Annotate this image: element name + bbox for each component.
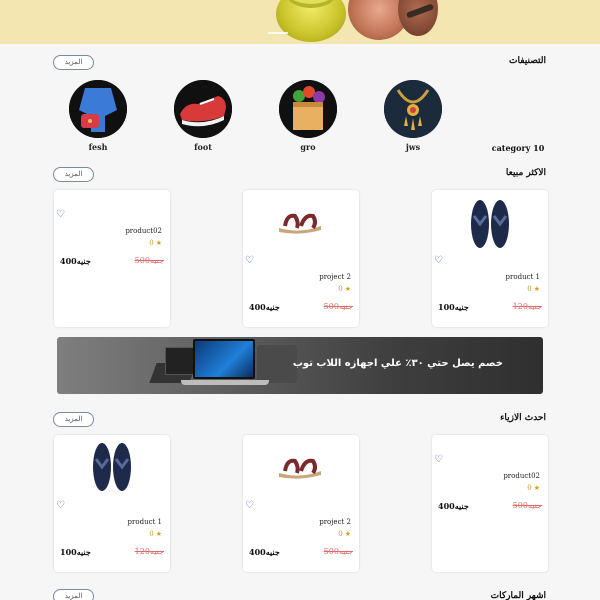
rating-count: 0 <box>338 285 343 293</box>
sandal-blue-icon <box>84 439 140 499</box>
old-price: 120جنيه <box>134 547 164 556</box>
laptop-base <box>181 380 269 385</box>
category-label: category 10 <box>491 143 545 153</box>
top-brands-title: اشهر الماركات <box>490 591 546 600</box>
heart-icon[interactable]: ♡ <box>56 210 66 220</box>
sandal-brown-icon <box>277 208 323 238</box>
necklace-icon <box>384 80 442 138</box>
star-icon: ★ <box>344 530 351 538</box>
product-rating: 0 ★ <box>338 530 351 538</box>
categories-more-button[interactable]: المزيد <box>53 55 94 70</box>
product-card[interactable]: ♡ product 1 0 ★ 120جنيه 100جنيه <box>432 190 548 327</box>
rating-count: 0 <box>149 239 154 247</box>
product-name: product02 <box>125 227 162 235</box>
category-label: jws <box>405 142 421 152</box>
product-name: product 1 <box>127 518 162 526</box>
star-icon: ★ <box>533 285 540 293</box>
old-price: 120جنيه <box>512 302 542 311</box>
rating-count: 0 <box>149 530 154 538</box>
sandal-brown-icon <box>277 453 323 483</box>
heart-icon[interactable]: ♡ <box>245 501 255 511</box>
laptop-image <box>193 339 255 379</box>
product-card[interactable]: ♡ project 2 0 ★ 500جنيه 400جنيه <box>243 435 359 572</box>
new-price: 400جنيه <box>249 547 280 557</box>
new-price: 400جنيه <box>438 501 469 511</box>
category-item-fesh[interactable]: fesh <box>68 80 128 160</box>
heart-icon[interactable]: ♡ <box>434 455 444 465</box>
star-icon: ★ <box>533 484 540 492</box>
best-selling-more-button[interactable]: المزيد <box>53 167 94 182</box>
sandal-blue-icon <box>462 196 518 256</box>
old-price: 500جنيه <box>323 302 353 311</box>
product-rating: 0 ★ <box>149 530 162 538</box>
product-card[interactable]: ♡ product02 0 ★ 500جنيه 400جنيه <box>432 435 548 572</box>
category-label: gro <box>300 142 316 152</box>
product-rating: 0 ★ <box>149 239 162 247</box>
top-brands-more-button[interactable]: المزيد <box>53 589 94 600</box>
product-name: project 2 <box>319 518 351 526</box>
star-icon: ★ <box>155 530 162 538</box>
new-price: 100جنيه <box>438 302 469 312</box>
product-card[interactable]: ♡ product 1 0 ★ 120جنيه 100جنيه <box>54 435 170 572</box>
laptop-image <box>165 347 195 375</box>
hero-slide-indicator[interactable] <box>268 32 288 34</box>
category-label: foot <box>194 142 212 152</box>
product-name: product02 <box>503 472 540 480</box>
laptop-promo-banner[interactable]: خصم يصل حتي ٣٠٪ علي اجهازه اللاب توب <box>57 337 543 394</box>
product-rating: 0 ★ <box>527 285 540 293</box>
latest-fashion-title: احدث الازياء <box>500 413 546 423</box>
star-icon: ★ <box>155 239 162 247</box>
heart-icon[interactable]: ♡ <box>434 256 444 266</box>
product-rating: 0 ★ <box>527 484 540 492</box>
heart-icon[interactable]: ♡ <box>56 501 66 511</box>
category-item-foot[interactable]: foot <box>173 80 233 160</box>
product-rating: 0 ★ <box>338 285 351 293</box>
sneaker-icon <box>174 80 232 138</box>
old-price: 500جنيه <box>134 256 164 265</box>
fashion-icon <box>69 80 127 138</box>
hero-banner[interactable] <box>0 0 600 44</box>
old-price: 500جنيه <box>323 547 353 556</box>
categories-title: التصنيفات <box>509 56 546 66</box>
new-price: 400جنيه <box>60 256 91 266</box>
grocery-bag-icon <box>279 80 337 138</box>
heart-icon[interactable]: ♡ <box>245 256 255 266</box>
banner-text: خصم يصل حتي ٣٠٪ علي اجهازه اللاب توب <box>292 358 503 369</box>
product-card[interactable]: ♡ product02 0 ★ 500جنيه 400جنيه <box>54 190 170 327</box>
rating-count: 0 <box>527 484 532 492</box>
product-card[interactable]: ♡ project 2 0 ★ 500جنيه 400جنيه <box>243 190 359 327</box>
category-item-10[interactable]: category 10 <box>488 143 548 153</box>
product-name: project 2 <box>319 273 351 281</box>
new-price: 100جنيه <box>60 547 91 557</box>
rating-count: 0 <box>338 530 343 538</box>
star-icon: ★ <box>344 285 351 293</box>
category-label: fesh <box>88 142 108 152</box>
category-item-gro[interactable]: gro <box>278 80 338 160</box>
old-price: 500جنيه <box>512 501 542 510</box>
product-name: product 1 <box>505 273 540 281</box>
new-price: 400جنيه <box>249 302 280 312</box>
laptop-image <box>257 345 297 383</box>
best-selling-title: الاكثر مبيعا <box>505 168 546 178</box>
category-item-jws[interactable]: jws <box>383 80 443 160</box>
rating-count: 0 <box>527 285 532 293</box>
latest-fashion-more-button[interactable]: المزيد <box>53 412 94 427</box>
